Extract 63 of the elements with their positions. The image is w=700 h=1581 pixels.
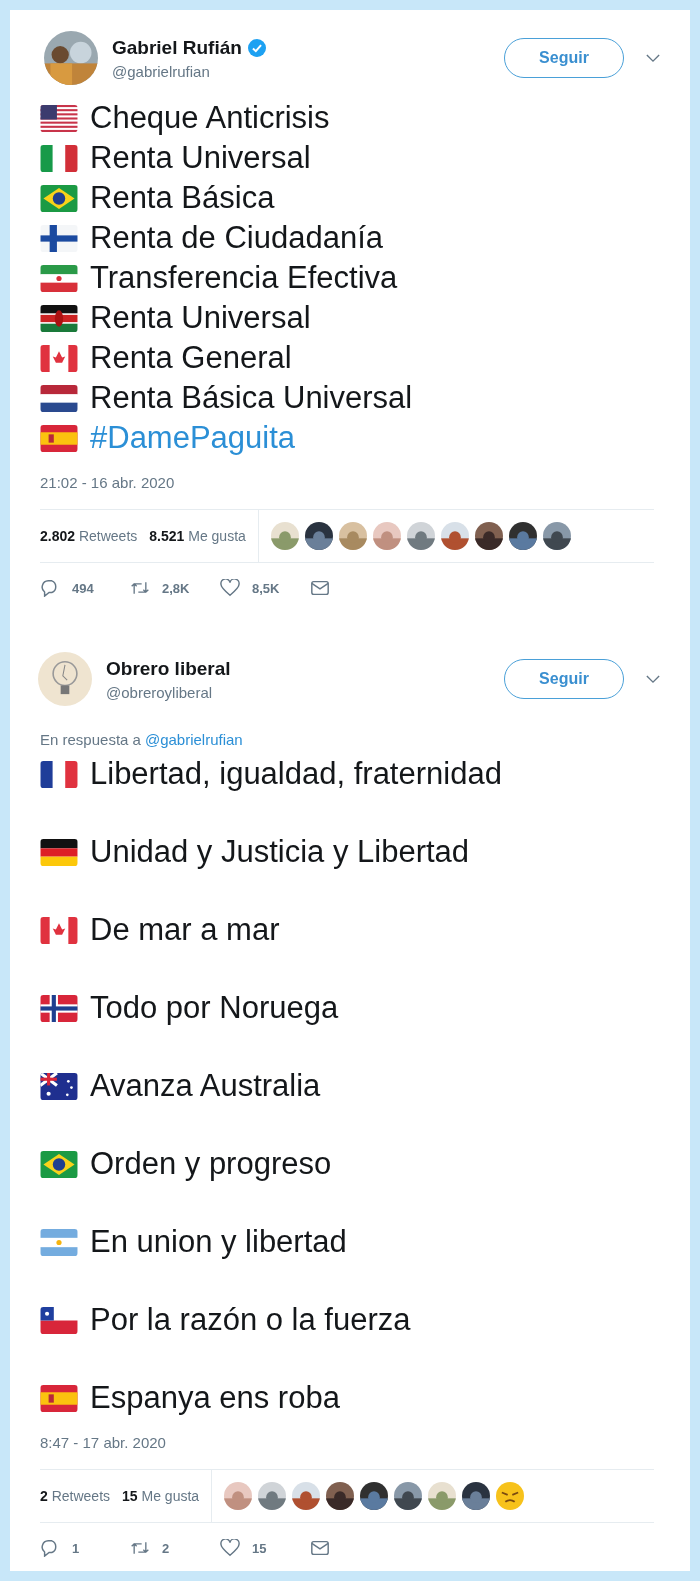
- flag-icon: [40, 760, 78, 788]
- reply-count: 1: [72, 1540, 80, 1556]
- flag-icon: [40, 1228, 78, 1256]
- flag-icon: [40, 916, 78, 944]
- flag-icon: [40, 838, 78, 866]
- retweet-count[interactable]: 2.802 Retweets: [40, 528, 138, 544]
- flag-icon: [40, 144, 78, 172]
- flag-icon: [40, 1306, 78, 1334]
- flag-icon: [40, 1150, 78, 1178]
- flag-icon: [40, 994, 78, 1022]
- author-name: Obrero liberal: [106, 657, 231, 680]
- tweet-text: Todo por Noruega: [90, 990, 339, 1026]
- retweet-action-count: 2: [162, 1540, 170, 1556]
- like-count[interactable]: 8.521 Me gusta: [149, 528, 246, 544]
- tweet-text: Renta Universal: [90, 140, 311, 176]
- like-action-count: 15: [252, 1540, 267, 1556]
- retweet-count[interactable]: 2 Retweets: [40, 1488, 111, 1504]
- tweet-text: Libertad, igualdad, fraternidad: [90, 756, 502, 792]
- retweet-action-count: 2,8K: [162, 580, 190, 596]
- caret-icon[interactable]: [646, 674, 660, 684]
- flag-icon: [40, 184, 78, 212]
- caret-icon[interactable]: [646, 53, 660, 63]
- tweet-text: De mar a mar: [90, 912, 280, 948]
- flag-icon: [40, 424, 78, 452]
- flag-icon: [40, 344, 78, 372]
- author-handle: @obreroyliberal: [106, 683, 214, 701]
- tweet-text: Avanza Australia: [90, 1068, 321, 1104]
- flag-icon: [40, 104, 78, 132]
- tweet-text: Espanya ens roba: [90, 1380, 340, 1416]
- tweet-text: Por la razón o la fuerza: [90, 1302, 411, 1338]
- reply-count: 494: [72, 580, 94, 596]
- heart-icon[interactable]: [220, 579, 240, 597]
- tweet-text: Renta Universal: [90, 300, 311, 336]
- retweet-icon[interactable]: [130, 1539, 150, 1557]
- tweet-text: Renta de Ciudadanía: [90, 220, 383, 256]
- flag-icon: [40, 384, 78, 412]
- tweet-text: Renta Básica: [90, 180, 275, 216]
- hashtag-link[interactable]: #DamePaguita: [90, 420, 296, 456]
- timestamp: 8:47 - 17 abr. 2020: [40, 1434, 167, 1451]
- flag-icon: [40, 1384, 78, 1412]
- author-handle: @gabrielrufian: [112, 62, 211, 80]
- tweet-text: Transferencia Efectiva: [90, 260, 398, 296]
- emoji-icon[interactable]: [496, 1482, 525, 1510]
- like-action-count: 8,5K: [252, 580, 280, 596]
- tweet-text: En union y libertad: [90, 1224, 347, 1260]
- author-name: Gabriel Rufián: [112, 36, 242, 59]
- mail-icon[interactable]: [310, 579, 330, 597]
- tweet-text: Renta General: [90, 340, 292, 376]
- flag-icon: [40, 264, 78, 292]
- reply-label: En respuesta a: [40, 731, 141, 748]
- retweet-icon[interactable]: [130, 579, 150, 597]
- flag-icon: [40, 224, 78, 252]
- like-count[interactable]: 15 Me gusta: [122, 1488, 200, 1504]
- tweet-text: Cheque Anticrisis: [90, 100, 330, 136]
- tweet-text: Renta Básica Universal: [90, 380, 413, 416]
- timestamp: 21:02 - 16 abr. 2020: [40, 474, 176, 491]
- flag-icon: [40, 1072, 78, 1100]
- heart-icon[interactable]: [220, 1539, 240, 1557]
- tweet-text: Orden y progreso: [90, 1146, 332, 1182]
- tweet-text: Unidad y Justicia y Libertad: [90, 834, 470, 870]
- reply-handle-link[interactable]: @gabrielrufian: [144, 731, 243, 748]
- mail-icon[interactable]: [310, 1539, 330, 1557]
- flag-icon: [40, 304, 78, 332]
